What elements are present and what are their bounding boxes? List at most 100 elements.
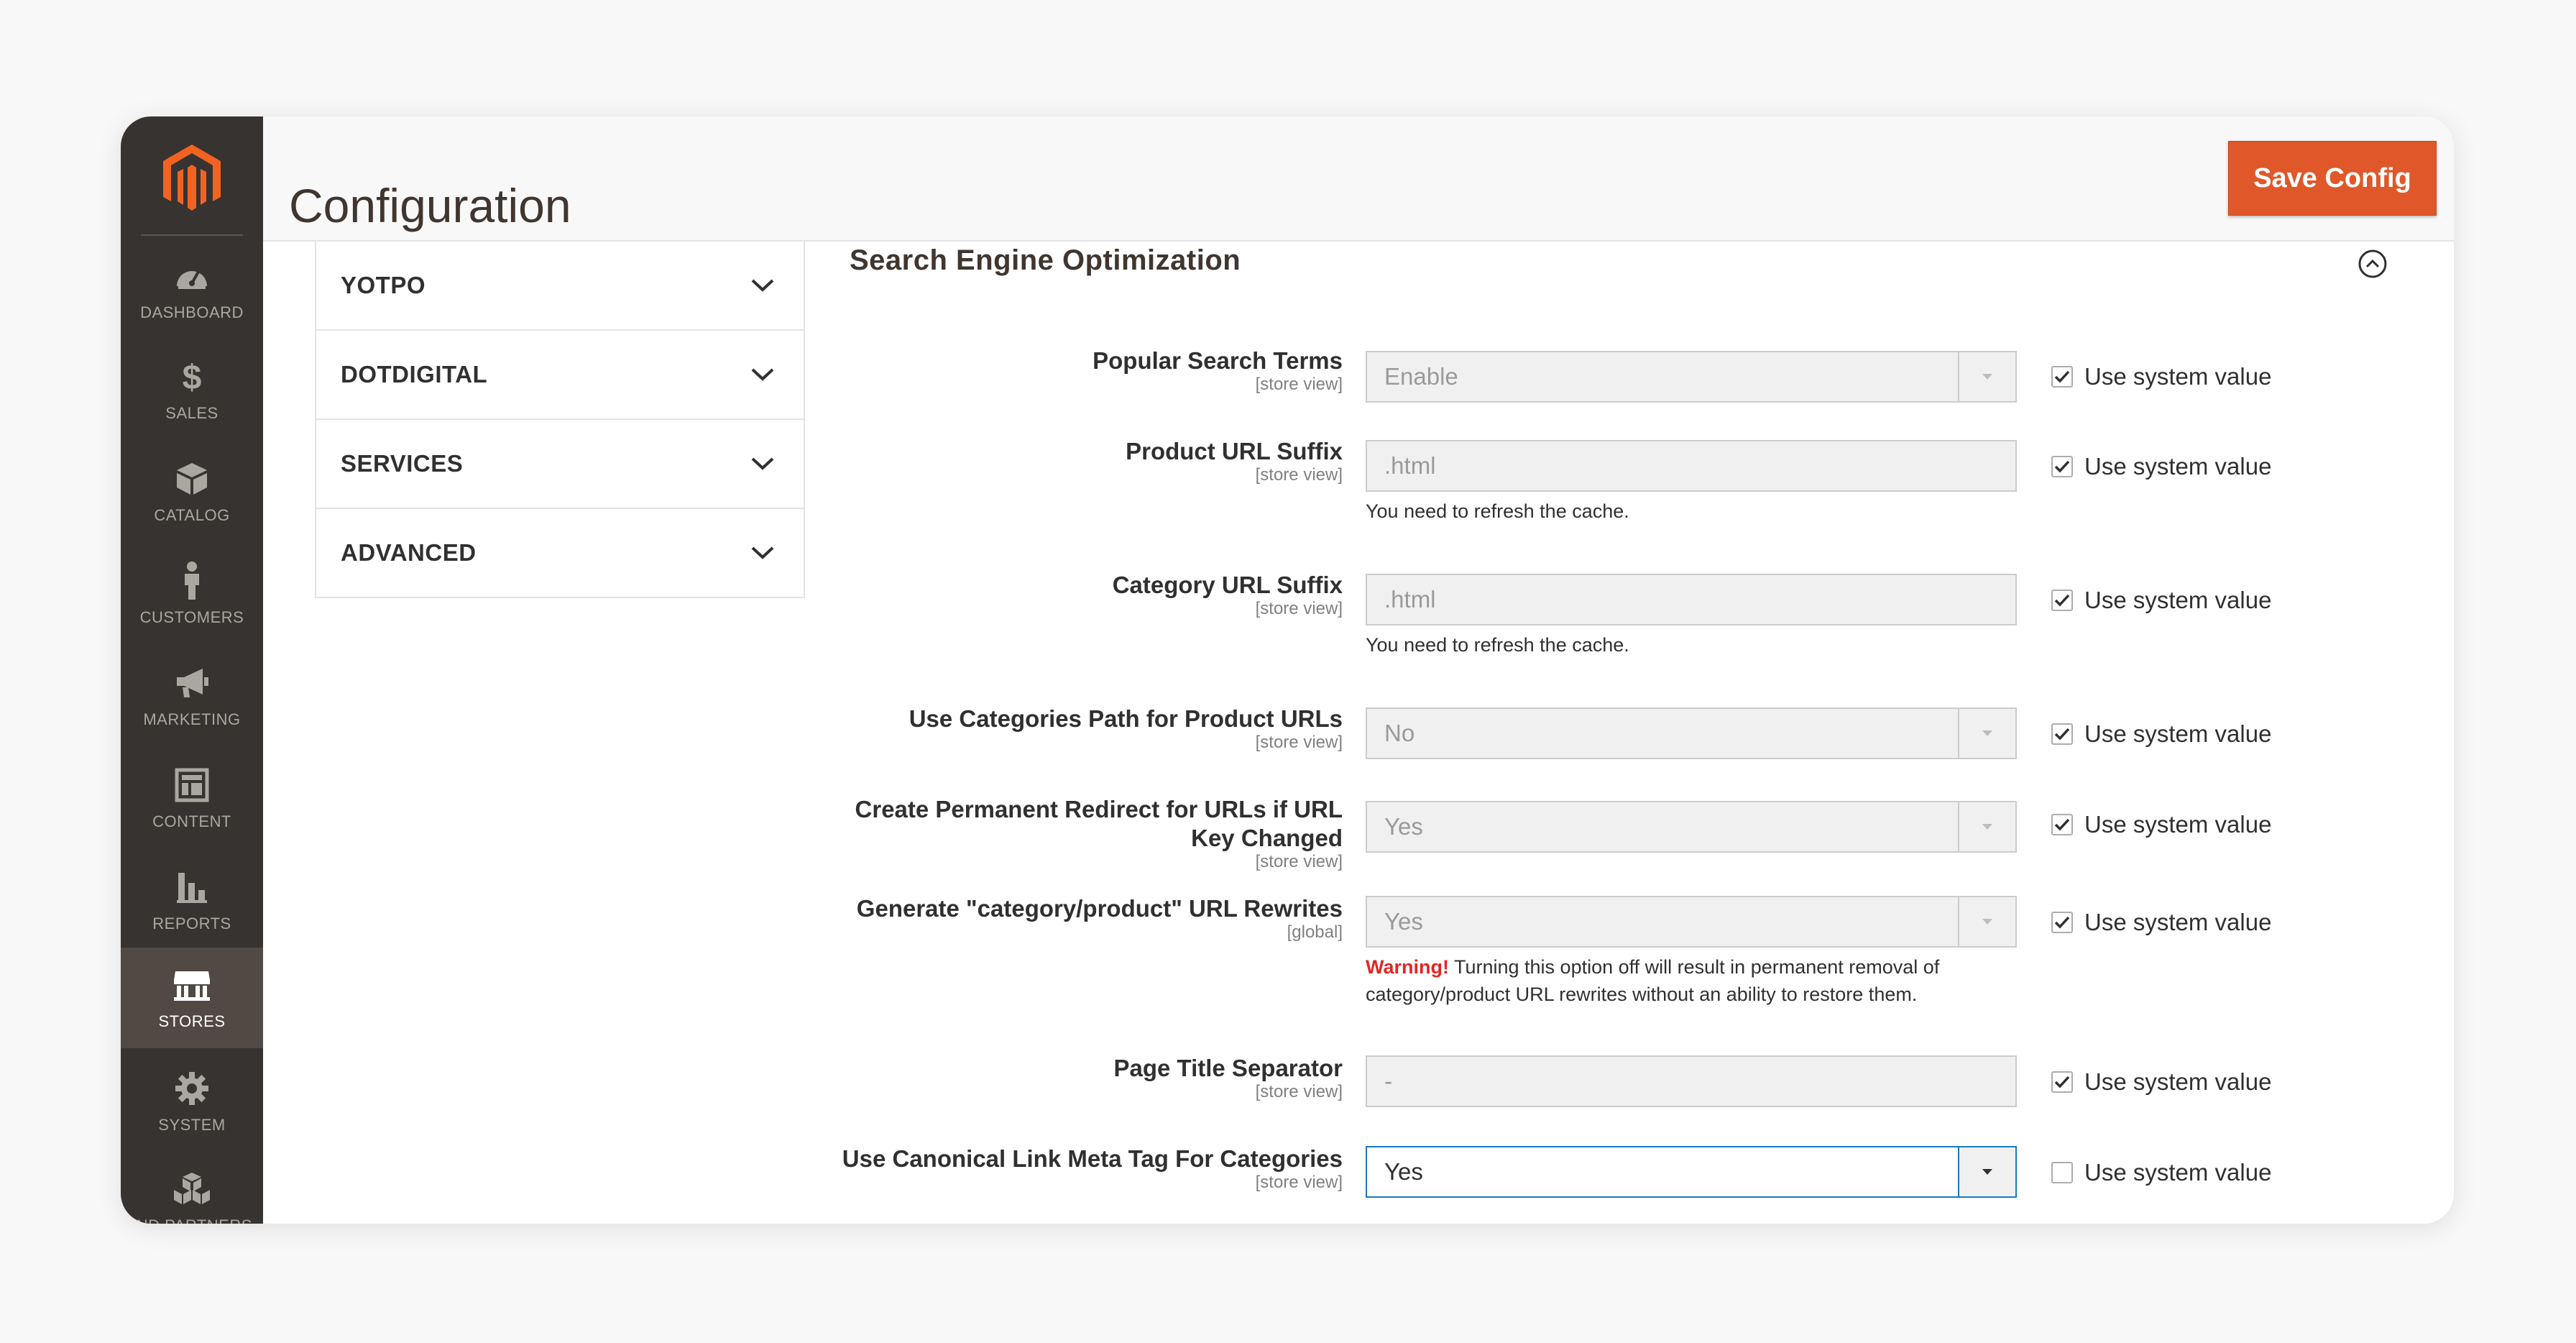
sidebar-item-marketing[interactable]: MARKETING — [121, 646, 263, 746]
field-label: Page Title Separator — [1113, 1055, 1343, 1081]
sidebar-item-label: CATALOG — [154, 506, 230, 524]
use-system-value-checkbox[interactable]: Use system value — [2051, 909, 2271, 936]
field-label-popular-search-terms: Popular Search Terms [store view] — [796, 347, 1343, 394]
checkbox[interactable] — [2051, 912, 2073, 933]
person-icon — [172, 561, 212, 601]
select-arrow[interactable] — [1958, 802, 2015, 851]
select-value: Enable — [1384, 363, 1458, 390]
gear-icon — [172, 1068, 212, 1109]
sidebar-item-label: STORES — [158, 1012, 226, 1030]
sidebar-item-label: CONTENT — [152, 812, 231, 830]
field-scope: [store view] — [1255, 375, 1343, 394]
checkbox[interactable] — [2051, 456, 2073, 477]
sidebar-item-label: SYSTEM — [158, 1116, 226, 1134]
chevron-down-icon — [751, 457, 774, 470]
sidebar-item-stores[interactable]: STORES — [121, 948, 263, 1048]
chevron-down-icon — [751, 368, 774, 381]
use-system-value-checkbox[interactable]: Use system value — [2051, 453, 2271, 480]
tab-dotdigital[interactable]: DOTDIGITAL — [316, 329, 804, 418]
use-system-value-checkbox[interactable]: Use system value — [2051, 1068, 2271, 1096]
select-value: No — [1384, 720, 1415, 746]
field-scope: [store view] — [1255, 1173, 1343, 1192]
page-title-separator-input[interactable]: - — [1366, 1055, 2017, 1107]
canonical-link-select[interactable]: Yes — [1366, 1146, 2017, 1198]
checkbox[interactable] — [2051, 723, 2073, 745]
magento-logo[interactable] — [121, 132, 263, 226]
sidebar-item-system[interactable]: SYSTEM — [121, 1051, 263, 1152]
warning-text: Turning this option off will result in p… — [1448, 956, 1940, 978]
sidebar-item-dashboard[interactable]: DASHBOARD — [121, 239, 263, 339]
input-value: .html — [1384, 586, 1436, 613]
tab-services[interactable]: SERVICES — [316, 418, 804, 508]
use-system-value-checkbox[interactable]: Use system value — [2051, 587, 2271, 614]
category-url-suffix-input[interactable]: .html — [1366, 574, 2017, 625]
permanent-redirect-select[interactable]: Yes — [1366, 801, 2017, 853]
warning-label: Warning! — [1366, 956, 1449, 978]
tab-label: SERVICES — [341, 450, 464, 477]
field-label-line1: Create Permanent Redirect for URLs if UR… — [855, 796, 1343, 822]
input-value: .html — [1384, 452, 1436, 479]
page-title: Configuration — [289, 179, 571, 233]
select-arrow[interactable] — [1958, 1147, 2015, 1196]
logo-divider — [141, 234, 243, 236]
checkbox[interactable] — [2051, 814, 2073, 835]
field-scope: [store view] — [1255, 852, 1343, 871]
sidebar-item-catalog[interactable]: CATALOG — [121, 441, 263, 542]
sidebar-item-label: DASHBOARD — [140, 303, 244, 321]
config-tabs: YOTPO DOTDIGITAL SERVICES ADVANCED — [315, 242, 805, 598]
svg-text:$: $ — [183, 359, 202, 395]
field-label-permanent-redirect: Create Permanent Redirect for URLs if UR… — [796, 795, 1343, 871]
field-warning-note: Warning! Turning this option off will re… — [1366, 953, 2048, 1008]
popular-search-terms-select[interactable]: Enable — [1366, 351, 2017, 403]
save-config-button[interactable]: Save Config — [2228, 141, 2437, 216]
select-arrow[interactable] — [1958, 352, 2015, 401]
sidebar-item-label: MARKETING — [143, 710, 241, 728]
field-label-line2: Key Changed — [1191, 825, 1343, 851]
tab-advanced[interactable]: ADVANCED — [316, 508, 804, 597]
select-arrow[interactable] — [1958, 897, 2015, 946]
use-system-value-checkbox[interactable]: Use system value — [2051, 363, 2271, 390]
field-scope: [global] — [1287, 922, 1343, 942]
select-value: Yes — [1384, 813, 1423, 840]
select-arrow[interactable] — [1958, 709, 2015, 758]
use-system-value-checkbox[interactable]: Use system value — [2051, 811, 2271, 838]
warning-text-line2: category/product URL rewrites without an… — [1366, 984, 1918, 1005]
sidebar-item-sales[interactable]: $ SALES — [121, 339, 263, 440]
product-url-suffix-input[interactable]: .html — [1366, 440, 2017, 492]
sidebar-item-content[interactable]: CONTENT — [121, 748, 263, 848]
use-system-value-checkbox[interactable]: Use system value — [2051, 720, 2271, 748]
checkbox-label: Use system value — [2084, 1159, 2272, 1186]
chevron-down-icon — [751, 279, 774, 292]
admin-sidebar: DASHBOARD $ SALES CATALOG CUSTOMERS MARK… — [121, 116, 263, 1224]
sidebar-item-customers[interactable]: CUSTOMERS — [121, 544, 263, 644]
section-title[interactable]: Search Engine Optimization — [850, 244, 1241, 277]
dollar-icon: $ — [172, 357, 212, 397]
caret-down-icon — [1982, 1169, 1992, 1175]
checkbox-label: Use system value — [2084, 909, 2272, 935]
checkbox[interactable] — [2051, 590, 2073, 611]
sidebar-item-partners[interactable]: IND PARTNERS — [121, 1152, 263, 1224]
input-value: - — [1384, 1068, 1392, 1094]
field-label-canonical-link: Use Canonical Link Meta Tag For Categori… — [796, 1145, 1343, 1192]
megaphone-icon — [172, 663, 212, 703]
sidebar-item-reports[interactable]: REPORTS — [121, 850, 263, 950]
checkmark-icon — [2054, 916, 2070, 929]
field-scope: [store view] — [1255, 733, 1343, 752]
sidebar-item-label: REPORTS — [152, 915, 231, 932]
field-label: Popular Search Terms — [1092, 347, 1343, 374]
tab-yotpo[interactable]: YOTPO — [316, 242, 804, 329]
checkbox[interactable] — [2051, 1162, 2073, 1183]
field-label: Use Categories Path for Product URLs — [908, 705, 1343, 732]
sidebar-item-label: IND PARTNERS — [132, 1216, 252, 1224]
categories-path-select[interactable]: No — [1366, 707, 2017, 759]
field-label: Category URL Suffix — [1112, 572, 1343, 598]
use-system-value-checkbox[interactable]: Use system value — [2051, 1159, 2271, 1186]
tab-label: ADVANCED — [341, 539, 477, 566]
checkbox[interactable] — [2051, 1071, 2073, 1093]
checkbox[interactable] — [2051, 366, 2073, 388]
caret-down-icon — [1982, 824, 1992, 830]
sidebar-item-label: SALES — [165, 404, 218, 422]
collapse-section-icon[interactable] — [2358, 249, 2388, 279]
url-rewrites-select[interactable]: Yes — [1366, 896, 2017, 948]
caret-down-icon — [1982, 919, 1992, 925]
